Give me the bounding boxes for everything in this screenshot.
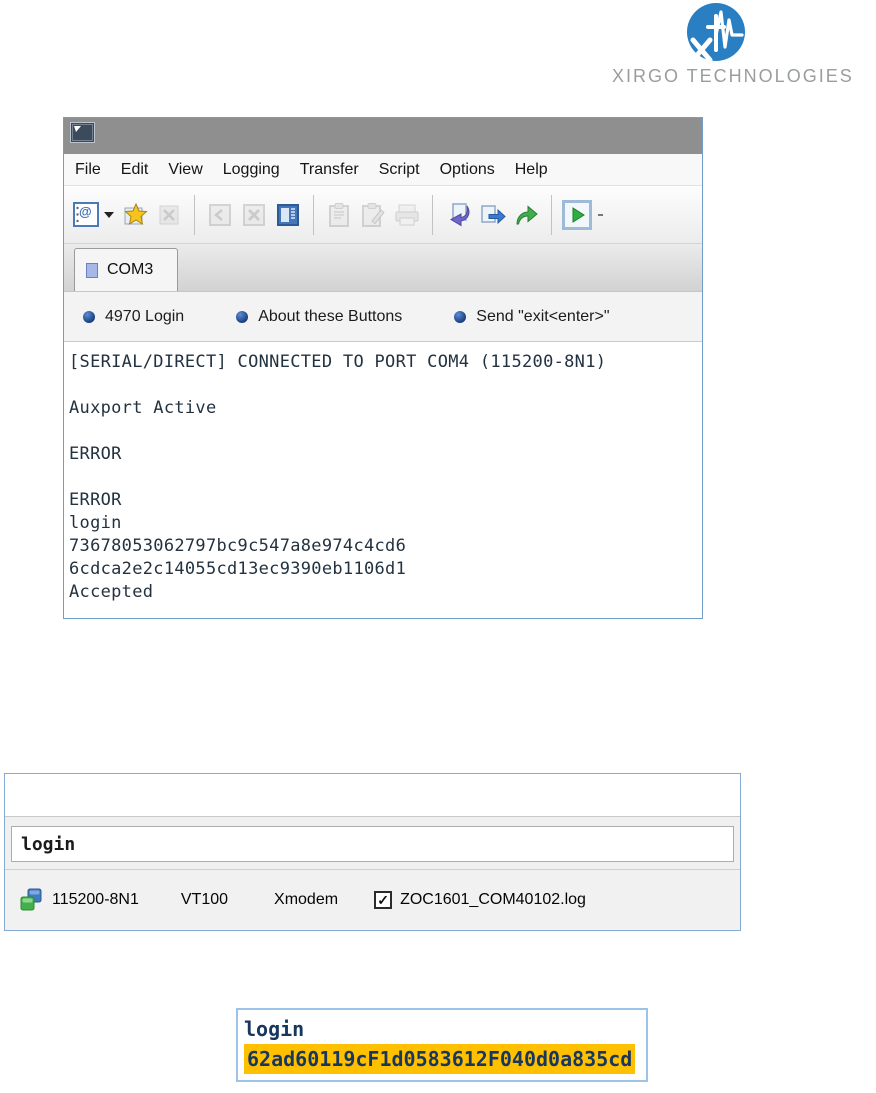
new-favorite-button[interactable]	[120, 200, 150, 230]
terminal-output: [SERIAL/DIRECT] CONNECTED TO PORT COM4 (…	[69, 352, 607, 602]
delete-favorite-button	[154, 200, 184, 230]
status-bar: 115200-8N1 VT100 Xmodem ✓ ZOC1601_COM401…	[5, 869, 740, 930]
new-favorite-icon	[124, 202, 148, 225]
menu-transfer[interactable]: Transfer	[290, 161, 369, 179]
connection-status-icon	[20, 888, 42, 911]
clipboard-edit-icon	[361, 202, 385, 227]
play-script-button[interactable]	[562, 199, 592, 230]
menu-file[interactable]: File	[65, 161, 111, 179]
highlight-hash-box: login 62ad60119cF1d0583612F040d0a835cd	[236, 1008, 648, 1082]
window-previous-icon	[209, 203, 231, 226]
at-glyph: @	[79, 203, 92, 219]
session-tab-icon	[86, 262, 98, 278]
quick-button-label: Send "exit<enter>"	[476, 307, 610, 325]
menu-edit[interactable]: Edit	[111, 161, 159, 179]
logo-brand-text: XIRGO TECHNOLOGIES	[612, 66, 854, 86]
paste-icon	[329, 202, 349, 227]
toolbar: @	[64, 186, 702, 244]
command-window-fragment: login 115200-8N1 VT100 Xmodem ✓ ZOC1601_…	[4, 773, 741, 931]
quick-button-send-exit[interactable]: Send "exit<enter>"	[454, 307, 610, 326]
reply-arrow-icon	[449, 202, 469, 226]
play-script-icon	[562, 199, 592, 230]
toolbar-separator	[194, 194, 195, 235]
xirgo-logo-icon	[687, 3, 745, 63]
send-file-button[interactable]	[477, 200, 507, 230]
menu-help[interactable]: Help	[505, 161, 558, 179]
window-titlebar	[64, 118, 702, 154]
bullet-icon	[236, 310, 249, 323]
run-script-icon	[516, 204, 538, 224]
menu-view[interactable]: View	[158, 161, 212, 179]
paste-button	[324, 200, 354, 230]
menu-script[interactable]: Script	[369, 161, 430, 179]
toolbar-overflow-dash	[598, 213, 603, 216]
bullet-icon	[83, 310, 95, 323]
tab-com3[interactable]: COM3	[74, 248, 178, 291]
clipboard-edit-button	[358, 200, 388, 230]
quick-button-4970-login[interactable]: 4970 Login	[83, 308, 184, 326]
menu-options[interactable]: Options	[430, 161, 505, 179]
print-icon	[395, 204, 419, 225]
terminal-screen[interactable]: [SERIAL/DIRECT] CONNECTED TO PORT COM4 (…	[64, 342, 702, 617]
session-tabbar: COM3	[64, 244, 702, 292]
status-protocol[interactable]: Xmodem	[274, 891, 338, 909]
xirgo-logo: XIRGO TECHNOLOGIES	[612, 2, 854, 87]
toolbar-separator	[432, 194, 433, 235]
menu-logging[interactable]: Logging	[213, 161, 290, 179]
print-button	[392, 200, 422, 230]
send-file-icon	[480, 204, 506, 224]
zoc-app-icon[interactable]	[70, 122, 95, 143]
toolbar-separator	[551, 194, 552, 235]
quick-button-label: About these Buttons	[258, 307, 403, 325]
status-emulation[interactable]: VT100	[181, 891, 228, 909]
phonebook-connect-button[interactable]: @	[71, 200, 101, 230]
command-input-field[interactable]: login	[11, 826, 734, 862]
bullet-icon	[454, 310, 467, 323]
log-checkbox[interactable]: ✓	[374, 891, 393, 909]
window-previous-button	[205, 200, 235, 230]
window-list-icon	[277, 203, 299, 226]
checkmark-icon: ✓	[377, 892, 389, 908]
command-input-strip: login	[5, 817, 740, 869]
status-connection[interactable]: 115200-8N1	[52, 891, 139, 909]
hash-response-highlighted: 62ad60119cF1d0583612F040d0a835cd	[244, 1044, 636, 1074]
toolbar-separator	[313, 194, 314, 235]
window-list-button[interactable]	[273, 200, 303, 230]
menubar: File Edit View Logging Transfer Script O…	[64, 154, 702, 186]
quick-button-about[interactable]: About these Buttons	[236, 308, 402, 326]
quick-button-bar: 4970 Login About these Buttons Send "exi…	[64, 292, 702, 342]
window-close-button	[239, 200, 269, 230]
run-script-button[interactable]	[511, 200, 541, 230]
reply-arrow-button[interactable]	[443, 200, 473, 230]
zoc-terminal-window: File Edit View Logging Transfer Script O…	[63, 117, 703, 619]
window-close-icon	[243, 203, 265, 226]
command-input-value: login	[21, 833, 76, 855]
quick-button-label: 4970 Login	[105, 307, 185, 325]
session-tab-label: COM3	[107, 261, 154, 278]
delete-favorite-icon	[159, 205, 179, 224]
dropdown-caret-icon[interactable]	[104, 211, 114, 218]
status-log-file[interactable]: ZOC1601_COM40102.log	[400, 891, 586, 909]
hash-command-line: login	[244, 1017, 305, 1041]
command-output-area	[5, 774, 740, 817]
